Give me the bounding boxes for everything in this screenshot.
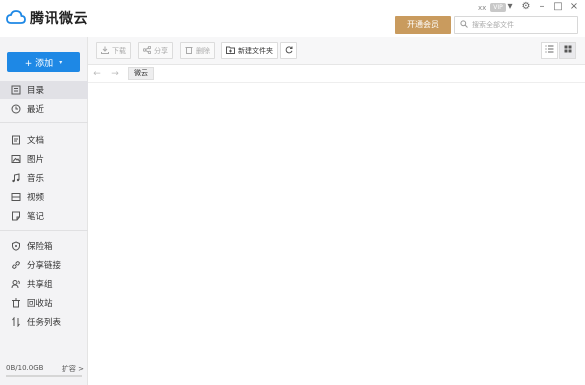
sidebar-item-images[interactable]: 图片 (0, 150, 88, 168)
search-box[interactable] (454, 16, 578, 34)
window-controls: ▾ ⚙ – □ × (505, 1, 579, 12)
dropdown-icon[interactable]: ▾ (505, 1, 515, 12)
shield-icon (11, 241, 21, 251)
sidebar-item-label: 目录 (27, 86, 45, 96)
maximize-icon[interactable]: □ (553, 1, 563, 12)
new-folder-button[interactable]: 新建文件夹 (221, 42, 278, 59)
back-arrow-icon[interactable]: ← (88, 69, 106, 79)
image-icon (11, 154, 21, 164)
sidebar-item-label: 保险箱 (27, 242, 53, 252)
video-icon (11, 192, 21, 202)
grid-view-icon (564, 45, 572, 56)
sidebar-item-label: 音乐 (27, 174, 45, 184)
user-name[interactable]: xx (478, 4, 486, 12)
open-vip-button[interactable]: 开通会员 (395, 16, 451, 34)
sidebar-item-shared-groups[interactable]: 共享组 (0, 275, 88, 293)
search-input[interactable] (472, 21, 572, 29)
download-label: 下载 (112, 46, 126, 55)
list-view-button[interactable] (541, 42, 558, 59)
sidebar-item-label: 回收站 (27, 299, 53, 309)
sidebar-item-share-links[interactable]: 分享链接 (0, 256, 88, 274)
share-icon (142, 45, 152, 56)
minimize-icon[interactable]: – (537, 1, 547, 12)
title-bar: 腾讯微云 xx VIP ▾ ⚙ – □ × 开通会员 (0, 0, 585, 37)
list-view-icon (545, 45, 554, 56)
sidebar-item-label: 文档 (27, 136, 45, 146)
app-name: 腾讯微云 (30, 11, 88, 27)
storage-usage-text: 0B/10.0GB (6, 364, 44, 372)
sidebar-item-label: 任务列表 (27, 318, 62, 328)
sidebar-item-recycle-bin[interactable]: 回收站 (0, 294, 88, 312)
music-note-icon (11, 173, 21, 183)
forward-arrow-icon[interactable]: → (106, 69, 124, 79)
expand-storage-link[interactable]: 扩容 > (62, 364, 84, 374)
vip-badge: VIP (490, 3, 506, 12)
group-icon (11, 279, 21, 289)
sidebar-item-label: 分享链接 (27, 261, 62, 271)
delete-button[interactable]: 删除 (180, 42, 215, 59)
breadcrumb-item-root[interactable]: 微云 (128, 67, 154, 80)
share-button[interactable]: 分享 (138, 42, 173, 59)
download-icon (101, 46, 109, 56)
user-menu[interactable]: xx VIP (478, 3, 506, 12)
list-box-icon (11, 85, 21, 95)
clock-icon (11, 104, 21, 114)
sidebar-item-notes[interactable]: 笔记 (0, 207, 88, 225)
sidebar-divider (0, 230, 88, 231)
file-list-area[interactable] (88, 84, 585, 385)
sidebar-item-safe[interactable]: 保险箱 (0, 237, 88, 255)
transfer-icon (11, 317, 21, 327)
sidebar-item-label: 图片 (27, 155, 45, 165)
settings-gear-icon[interactable]: ⚙ (521, 1, 531, 12)
toolbar: 下载 分享 删除 新建文件夹 (88, 37, 585, 65)
sidebar-item-documents[interactable]: 文档 (0, 131, 88, 149)
new-folder-icon (226, 46, 235, 56)
app-logo: 腾讯微云 (6, 8, 88, 28)
grid-view-button[interactable] (559, 42, 576, 59)
new-folder-label: 新建文件夹 (238, 46, 273, 55)
document-icon (11, 135, 21, 145)
sidebar-item-label: 共享组 (27, 280, 53, 290)
sidebar-item-label: 视频 (27, 193, 45, 203)
link-icon (11, 260, 21, 270)
chevron-down-icon: ▾ (59, 58, 63, 66)
sidebar: + 添加 ▾ 目录 最近 文档 图片 音乐 视频 笔记 保险箱 分享链接 共享组… (0, 37, 88, 385)
sidebar-item-label: 最近 (27, 105, 45, 115)
download-button[interactable]: 下载 (96, 42, 131, 59)
storage-info: 0B/10.0GB 扩容 > (6, 364, 84, 374)
sidebar-item-directory[interactable]: 目录 (0, 81, 88, 99)
add-button[interactable]: + 添加 ▾ (7, 52, 80, 72)
sidebar-item-music[interactable]: 音乐 (0, 169, 88, 187)
search-icon (460, 19, 468, 31)
note-icon (11, 211, 21, 221)
sidebar-item-label: 笔记 (27, 212, 45, 222)
storage-progress-bar (6, 375, 82, 377)
refresh-button[interactable] (280, 42, 297, 59)
sidebar-item-task-list[interactable]: 任务列表 (0, 313, 88, 331)
cloud-logo-icon (6, 9, 26, 28)
sidebar-divider (0, 122, 88, 123)
sidebar-item-recent[interactable]: 最近 (0, 100, 88, 118)
sidebar-item-videos[interactable]: 视频 (0, 188, 88, 206)
trash-icon (11, 298, 21, 308)
trash-icon (185, 46, 193, 56)
delete-label: 删除 (196, 46, 210, 55)
add-button-label: + 添加 (24, 58, 54, 69)
refresh-icon (285, 45, 293, 56)
breadcrumb: ← → 微云 (88, 65, 585, 83)
close-icon[interactable]: × (569, 1, 579, 12)
share-label: 分享 (154, 46, 168, 55)
